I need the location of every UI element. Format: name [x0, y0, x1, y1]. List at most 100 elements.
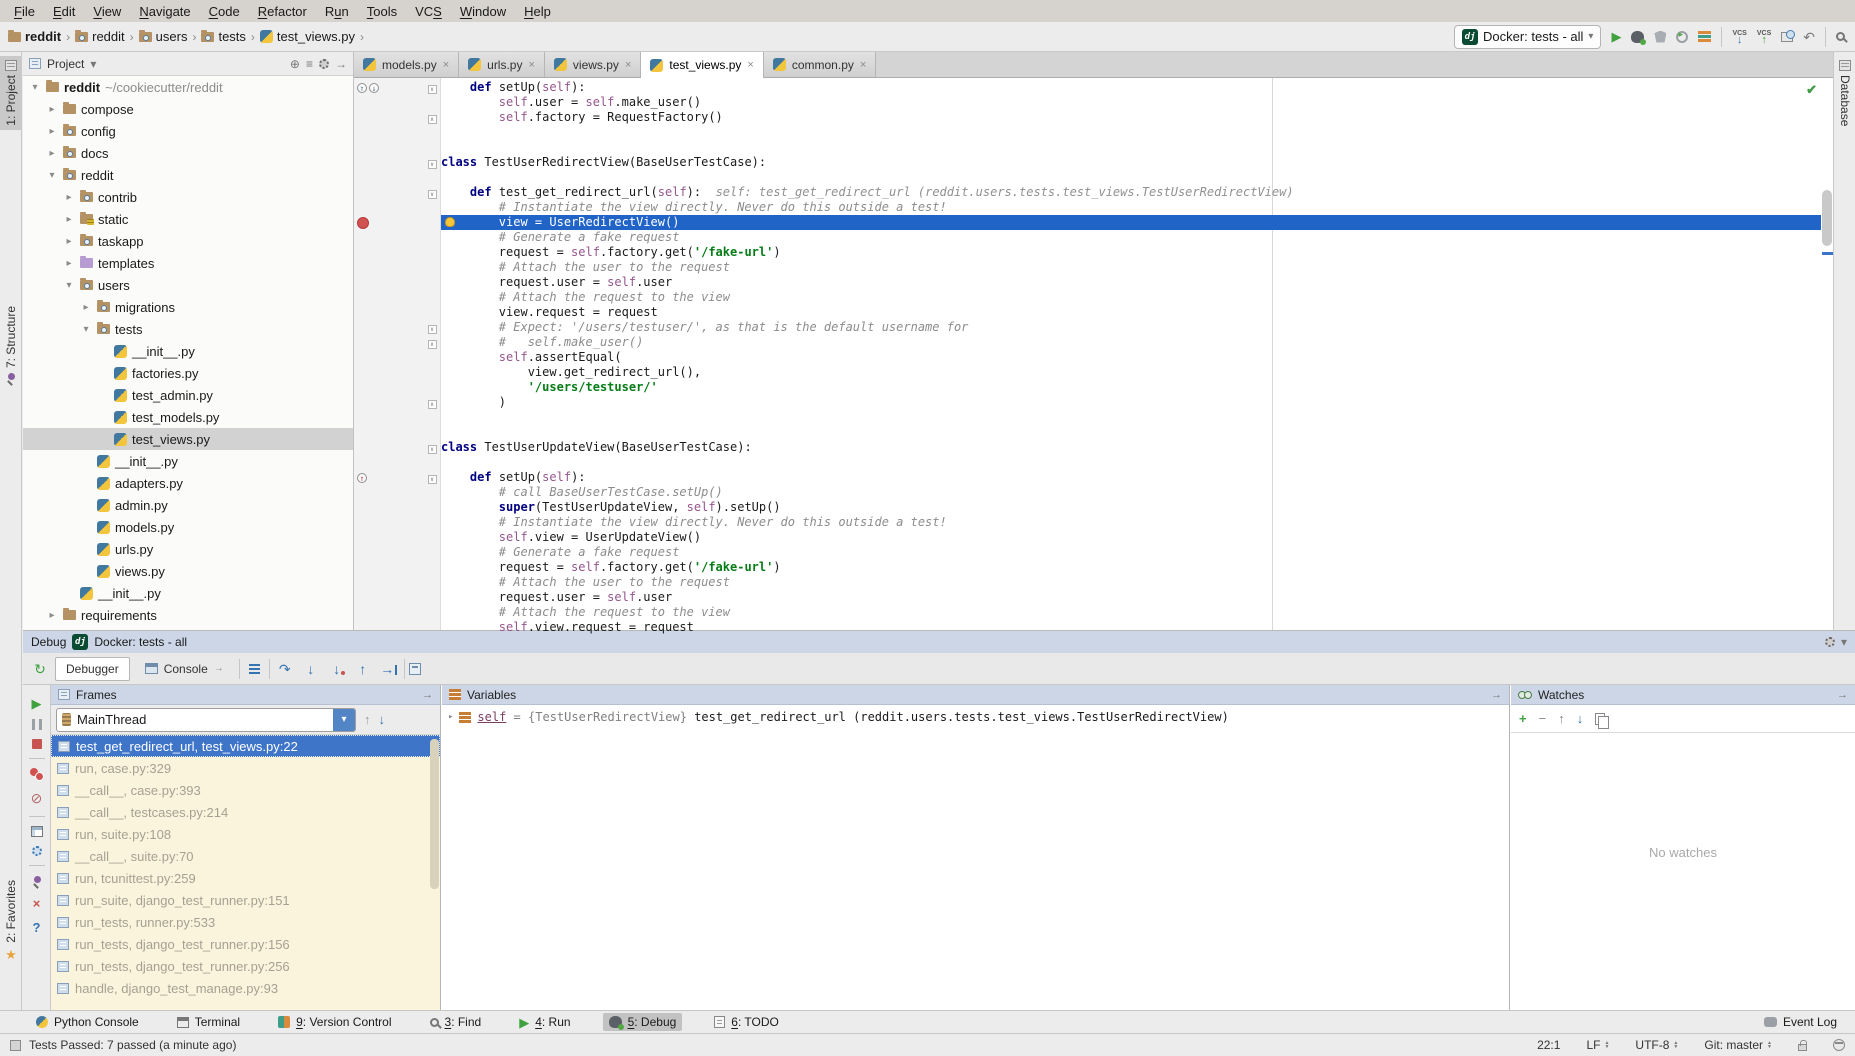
code-line[interactable]: self.user = self.make_user(): [354, 95, 1821, 110]
tree-item-tests[interactable]: ▾tests: [23, 318, 353, 340]
fold-icon[interactable]: ∧: [428, 400, 437, 409]
frame-item[interactable]: run, case.py:329: [51, 757, 440, 779]
toolwindow-3-find[interactable]: 3: Find: [424, 1013, 488, 1031]
panel-options-icon[interactable]: →: [1837, 689, 1848, 701]
frames-scrollbar[interactable]: [430, 739, 439, 889]
fold-icon[interactable]: ∨: [428, 445, 437, 454]
tree-item-static[interactable]: ▸static: [23, 208, 353, 230]
editor-tab-urls-py[interactable]: urls.py×: [459, 52, 545, 77]
code-line[interactable]: request.user = self.user: [354, 590, 1821, 605]
toolwindow-5-debug[interactable]: 5: Debug: [603, 1013, 683, 1031]
editor-tab-models-py[interactable]: models.py×: [354, 52, 459, 77]
rerun-icon[interactable]: ↻: [29, 662, 51, 676]
tree-item-migrations[interactable]: ▸migrations: [23, 296, 353, 318]
vcs-commit-button[interactable]: VCS↑: [1757, 30, 1771, 44]
sidebar-item-structure[interactable]: 7: Structure: [0, 302, 22, 388]
resume-button[interactable]: ▶: [32, 697, 42, 710]
fold-marker[interactable]: ∨: [423, 440, 441, 455]
fold-icon[interactable]: ∨: [428, 85, 437, 94]
tab-debugger[interactable]: Debugger: [55, 657, 130, 681]
breadcrumb-item[interactable]: users: [139, 29, 188, 44]
menu-item-code[interactable]: Code: [201, 2, 248, 21]
fold-marker[interactable]: ∧: [423, 335, 441, 350]
sidebar-item-project[interactable]: 1: Project: [0, 56, 22, 130]
variable-row[interactable]: ▸ self = {TestUserRedirectView} test_get…: [442, 705, 1509, 729]
tree-item-admin-py[interactable]: admin.py: [23, 494, 353, 516]
code-line[interactable]: [354, 410, 1821, 425]
help-button[interactable]: ?: [33, 920, 41, 935]
remove-watch-button[interactable]: −: [1539, 711, 1547, 726]
thread-selector[interactable]: MainThread ▾: [56, 708, 356, 732]
tree-item-adapters-py[interactable]: adapters.py: [23, 472, 353, 494]
view-breakpoints-button[interactable]: [30, 768, 44, 781]
fold-icon[interactable]: ∧: [428, 115, 437, 124]
code-line[interactable]: # Attach the user to the request: [354, 260, 1821, 275]
expand-icon[interactable]: ▸: [63, 192, 75, 203]
sidebar-item-favorites[interactable]: 2: Favorites ★: [0, 876, 22, 967]
editor-tab-common-py[interactable]: common.py×: [764, 52, 876, 77]
expand-icon[interactable]: ▸: [448, 709, 453, 725]
tree-item-contrib[interactable]: ▸contrib: [23, 186, 353, 208]
code-line[interactable]: self.view.request = request: [354, 620, 1821, 635]
code-line[interactable]: ↑↓∨ def setUp(self):: [354, 80, 1821, 95]
code-line[interactable]: request.user = self.user: [354, 275, 1821, 290]
toolwindow-event-log[interactable]: Event Log: [1758, 1013, 1843, 1031]
run-to-cursor-icon[interactable]: →: [378, 662, 400, 676]
local-history-button[interactable]: [1781, 32, 1793, 42]
locate-file-icon[interactable]: ⊕: [290, 57, 300, 71]
tree-item-templates[interactable]: ▸templates: [23, 252, 353, 274]
code-line[interactable]: request = self.factory.get('/fake-url'): [354, 560, 1821, 575]
sidebar-item-database[interactable]: Database: [1834, 56, 1855, 130]
debugger-settings-button[interactable]: [32, 846, 42, 856]
code-line[interactable]: # Instantiate the view directly. Never d…: [354, 515, 1821, 530]
close-icon[interactable]: ×: [625, 59, 631, 71]
menu-item-tools[interactable]: Tools: [359, 2, 405, 21]
frame-item[interactable]: test_get_redirect_url, test_views.py:22: [51, 735, 440, 757]
tree-item-factories-py[interactable]: factories.py: [23, 362, 353, 384]
collapse-icon[interactable]: ▾: [29, 82, 41, 93]
expand-icon[interactable]: ▸: [46, 126, 58, 137]
code-line[interactable]: ∧ # self.make_user(): [354, 335, 1821, 350]
close-icon[interactable]: ×: [528, 59, 534, 71]
override-down-icon[interactable]: ↓: [369, 83, 379, 93]
override-up-icon[interactable]: ↑: [357, 83, 367, 93]
close-button[interactable]: ×: [33, 896, 41, 911]
tree-item-requirements[interactable]: ▸requirements: [23, 604, 353, 626]
menu-item-run[interactable]: Run: [317, 2, 357, 21]
tree-item-__init__-py[interactable]: __init__.py: [23, 582, 353, 604]
tree-item-test_admin-py[interactable]: test_admin.py: [23, 384, 353, 406]
expand-icon[interactable]: ▸: [63, 258, 75, 269]
code-line[interactable]: '/users/testuser/': [354, 380, 1821, 395]
git-branch-select[interactable]: Git: master▲▼: [1704, 1038, 1772, 1052]
move-watch-up-button[interactable]: ↑: [1558, 711, 1565, 726]
tree-item-test_models-py[interactable]: test_models.py: [23, 406, 353, 428]
panel-options-icon[interactable]: →: [422, 689, 433, 701]
caret-position[interactable]: 22:1: [1537, 1038, 1560, 1052]
gear-icon[interactable]: [319, 59, 329, 69]
tree-item-models-py[interactable]: models.py: [23, 516, 353, 538]
breakpoint-gutter[interactable]: [354, 215, 423, 230]
rollback-button[interactable]: ↶: [1803, 31, 1815, 43]
expand-icon[interactable]: ▸: [63, 214, 75, 225]
code-line[interactable]: # Instantiate the view directly. Never d…: [354, 200, 1821, 215]
breadcrumb-item[interactable]: tests: [201, 29, 245, 44]
code-line[interactable]: super(TestUserUpdateView, self).setUp(): [354, 500, 1821, 515]
menu-item-window[interactable]: Window: [452, 2, 514, 21]
fold-icon[interactable]: ∨: [428, 475, 437, 484]
chevron-down-icon[interactable]: ▾: [90, 57, 96, 71]
run-config-select[interactable]: dj Docker: tests - all ▾: [1454, 25, 1601, 49]
toolwindow-switcher-icon[interactable]: [10, 1040, 21, 1051]
breadcrumb-item[interactable]: test_views.py: [260, 29, 355, 44]
frame-item[interactable]: __call__, suite.py:70: [51, 845, 440, 867]
concurrency-diagram-button[interactable]: [1698, 31, 1711, 42]
stop-button[interactable]: [32, 739, 42, 749]
inspection-profile-icon[interactable]: [1833, 1039, 1845, 1051]
code-line[interactable]: [354, 140, 1821, 155]
tree-item-__init__-py[interactable]: __init__.py: [23, 340, 353, 362]
panel-options-icon[interactable]: →: [1491, 689, 1502, 701]
menu-item-help[interactable]: Help: [516, 2, 559, 21]
hide-panel-icon[interactable]: →: [335, 57, 347, 71]
frame-item[interactable]: run, suite.py:108: [51, 823, 440, 845]
code-line[interactable]: ↑∨ def setUp(self):: [354, 470, 1821, 485]
menu-item-view[interactable]: View: [85, 2, 129, 21]
